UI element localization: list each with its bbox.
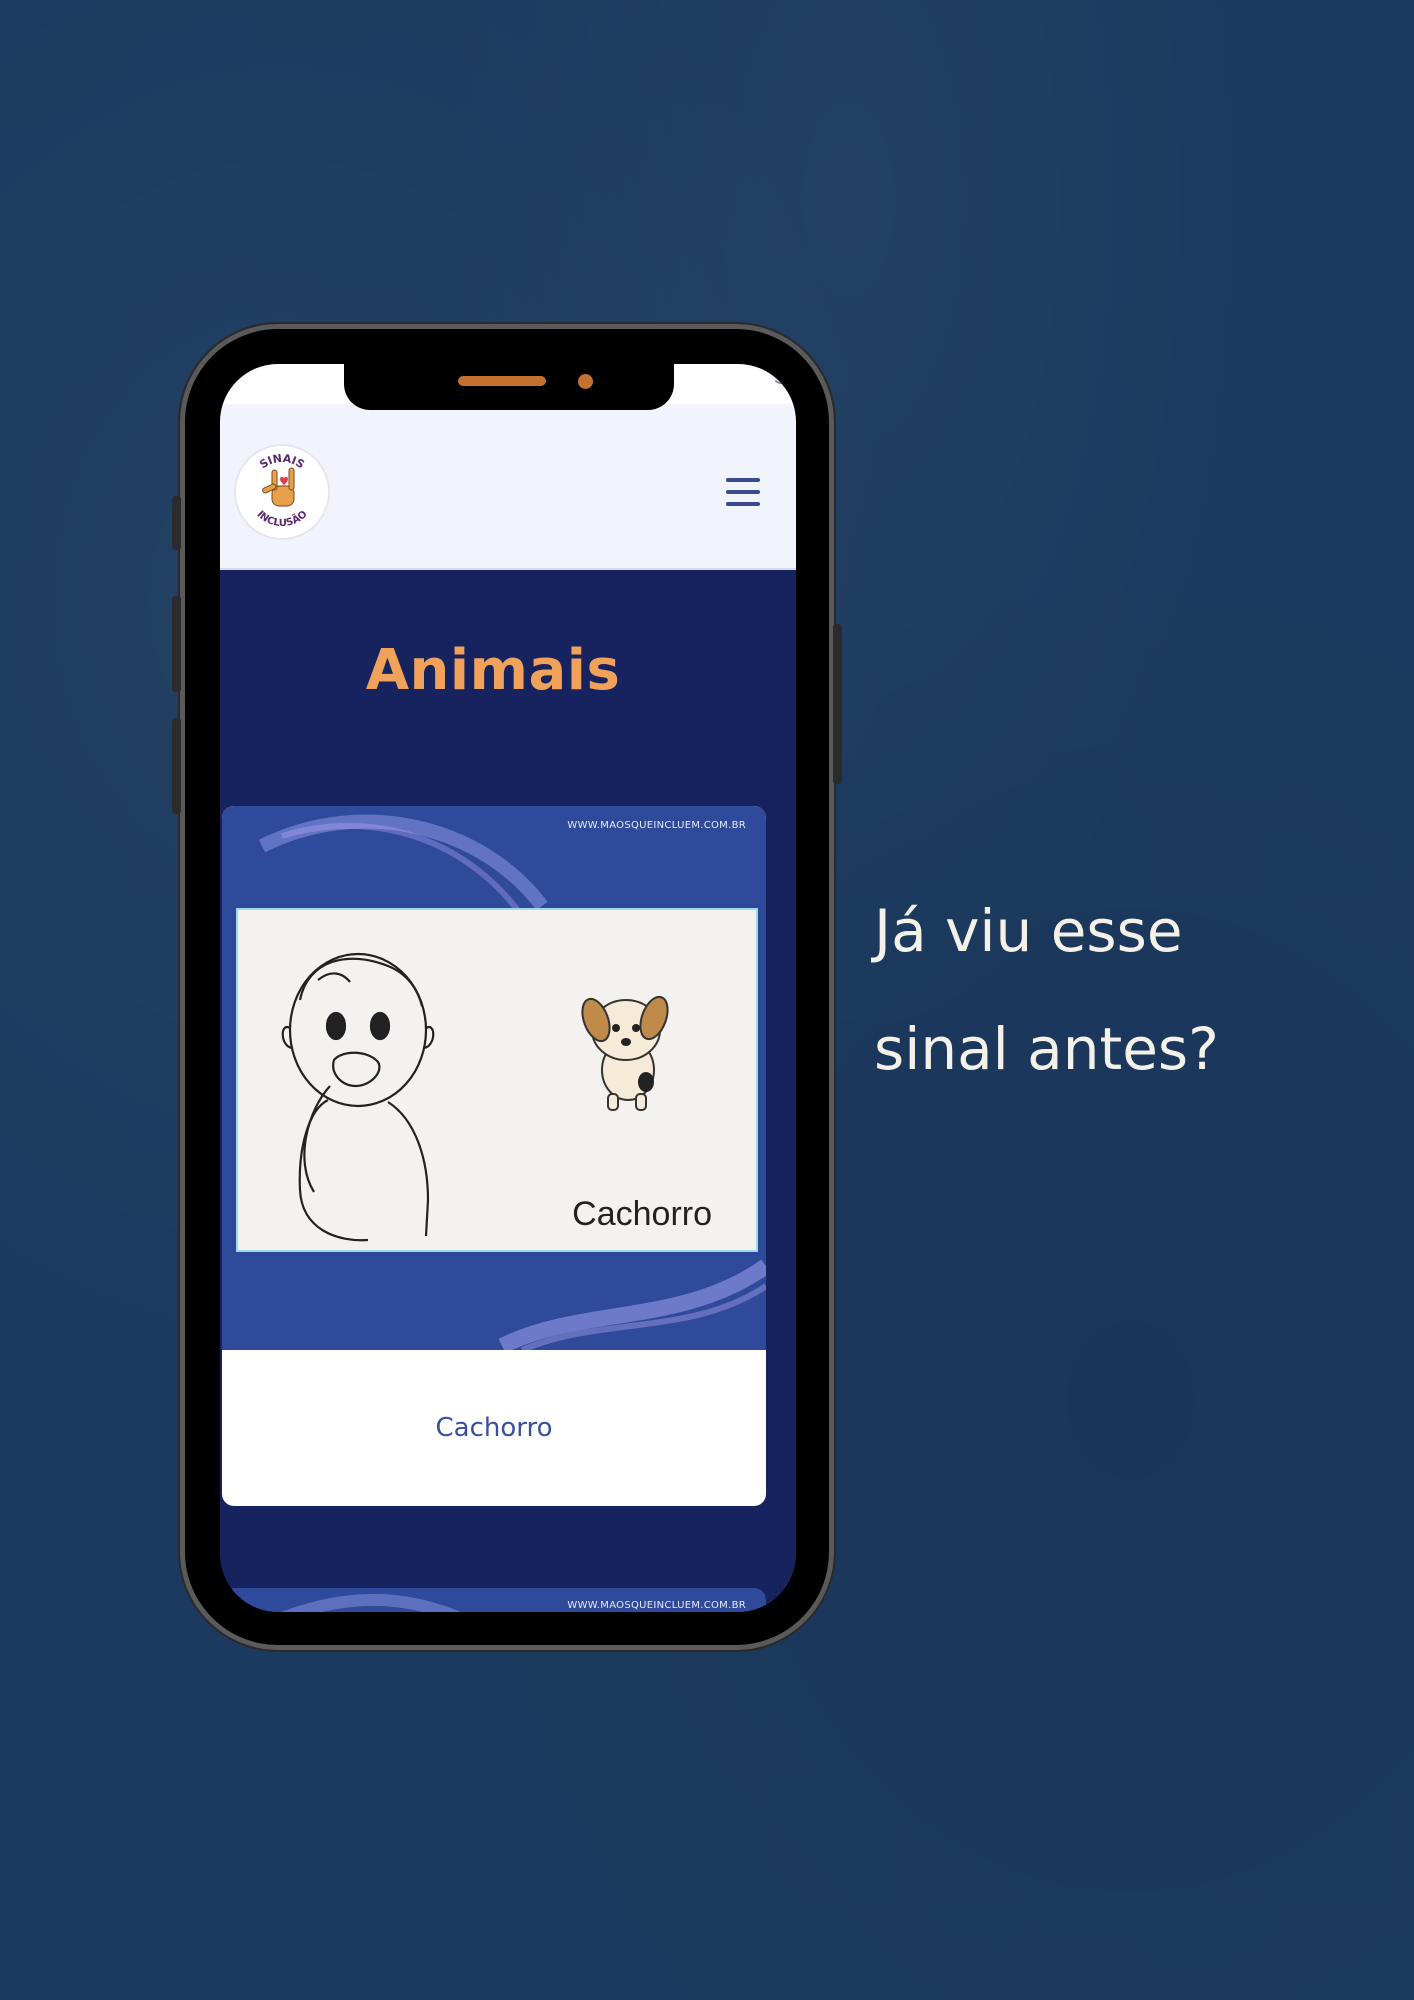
sign-illustration: Cachorro <box>236 908 758 1252</box>
phone-silent-switch <box>172 496 181 550</box>
status-icon <box>772 366 790 384</box>
menu-bar <box>726 490 760 494</box>
sign-card-cachorro[interactable]: WWW.MAOSQUEINCLUEM.COM.BR Cachorro Cacho… <box>222 806 766 1506</box>
logo-text-bottom: INCLUSÃO <box>255 509 310 529</box>
page-title: Animais <box>365 638 621 703</box>
site-header: SINAIS INCLUSÃO <box>220 404 796 570</box>
logo-graphic: SINAIS INCLUSÃO <box>255 452 310 529</box>
card-watermark: WWW.MAOSQUEINCLUEM.COM.BR <box>567 820 746 831</box>
sinais-inclusao-logo[interactable]: SINAIS INCLUSÃO <box>236 446 328 538</box>
question-line-1: Já viu esse <box>874 897 1183 965</box>
speaker-grille <box>458 376 546 386</box>
side-question-text: Já viu esse sinal antes? <box>874 872 1334 1108</box>
boy-signing-illustration <box>281 952 435 1242</box>
phone-volume-down-button <box>172 718 181 814</box>
phone-screen: SINAIS INCLUSÃO Animais WWW.MAOSQUEINCLU… <box>220 364 796 1612</box>
phone-power-button <box>833 624 842 784</box>
phone-mockup: SINAIS INCLUSÃO Animais WWW.MAOSQUEINCLU… <box>172 324 842 1650</box>
menu-bar <box>726 502 760 506</box>
card-caption-link[interactable]: Cachorro <box>222 1350 766 1506</box>
sign-card-next[interactable]: WWW.MAOSQUEINCLUEM.COM.BR <box>222 1588 766 1612</box>
card-watermark: WWW.MAOSQUEINCLUEM.COM.BR <box>567 1600 746 1611</box>
ily-hand-sign-icon <box>262 467 295 507</box>
menu-bar <box>726 478 760 482</box>
question-line-2: sinal antes? <box>874 1015 1219 1083</box>
front-camera <box>578 374 593 389</box>
sign-card-image: WWW.MAOSQUEINCLUEM.COM.BR Cachorro <box>222 806 766 1350</box>
puppy-illustration <box>581 995 669 1111</box>
hamburger-menu-icon[interactable] <box>726 478 760 506</box>
phone-notch <box>344 364 674 410</box>
phone-volume-up-button <box>172 596 181 692</box>
sign-word-label: Cachorro <box>572 1195 712 1233</box>
logo-text-top: SINAIS <box>257 452 307 472</box>
